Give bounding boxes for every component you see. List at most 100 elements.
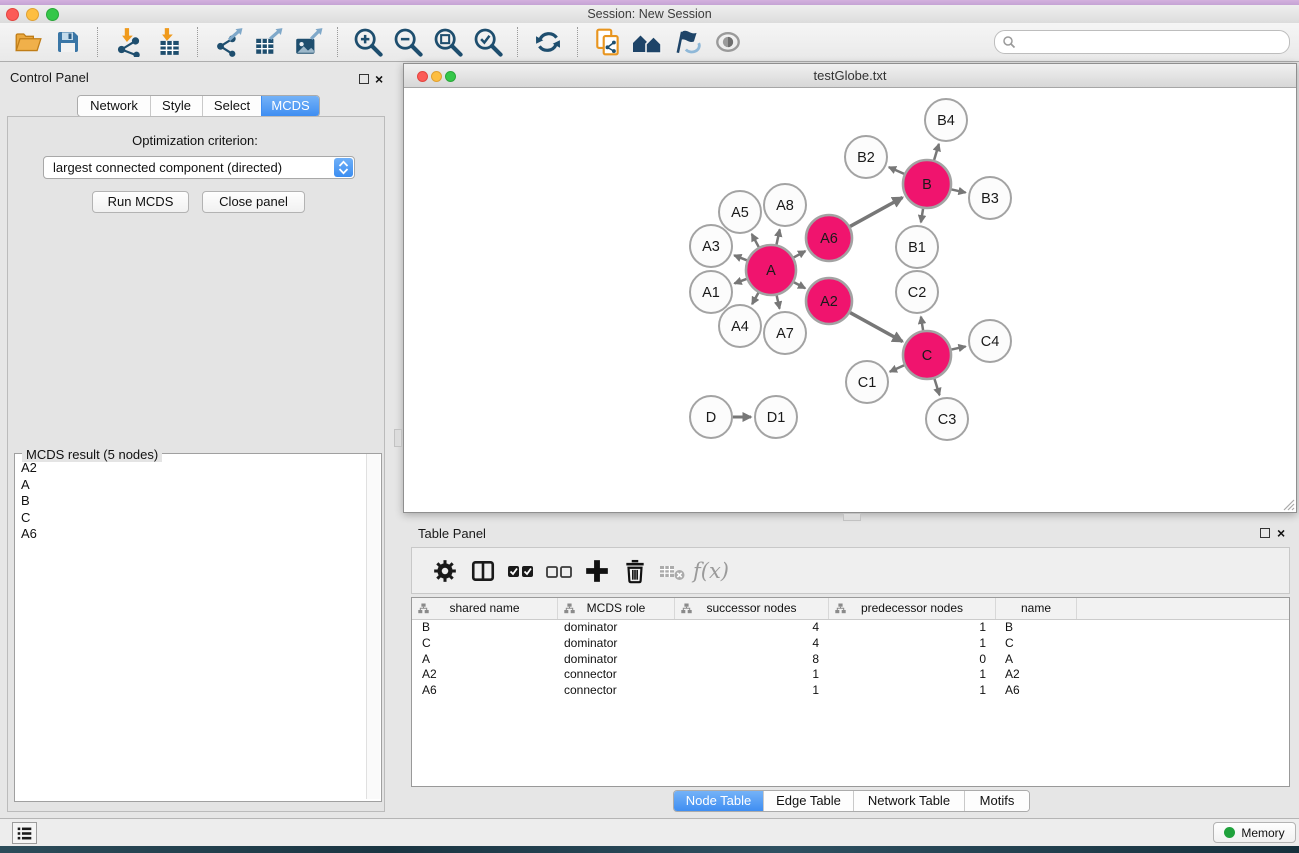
node-A[interactable]: A — [746, 245, 796, 295]
cell-successor-nodes[interactable]: 1 — [675, 683, 829, 699]
zoom-in-button[interactable] — [351, 25, 385, 59]
cell-predecessor-nodes[interactable]: 1 — [829, 636, 996, 652]
zoom-fit-button[interactable] — [431, 25, 465, 59]
network-minimize-button[interactable] — [431, 71, 442, 82]
node-A8[interactable]: A8 — [764, 184, 806, 226]
vertical-splitter-handle[interactable] — [394, 429, 402, 447]
edge-C-C1[interactable] — [890, 365, 904, 371]
select-all-button[interactable] — [504, 556, 538, 586]
network-window-titlebar[interactable]: testGlobe.txt — [404, 64, 1296, 88]
edge-B-B2[interactable] — [889, 167, 904, 174]
tab-edge-table[interactable]: Edge Table — [763, 791, 853, 811]
node-D1[interactable]: D1 — [755, 396, 797, 438]
edge-A-A6[interactable] — [794, 251, 806, 257]
result-item[interactable]: C — [15, 510, 365, 527]
node-A5[interactable]: A5 — [719, 191, 761, 233]
run-mcds-button[interactable]: Run MCDS — [92, 191, 189, 213]
cell-MCDS-role[interactable]: connector — [558, 683, 675, 699]
column-header-MCDS-role[interactable]: MCDS role — [558, 598, 675, 619]
edge-B-B1[interactable] — [921, 209, 923, 223]
cell-name[interactable]: A6 — [996, 683, 1077, 699]
edge-A-A1[interactable] — [734, 279, 746, 283]
cell-shared-name[interactable]: A2 — [412, 667, 558, 683]
import-table-button[interactable] — [151, 25, 185, 59]
edge-A-A3[interactable] — [734, 255, 747, 260]
table-panel-float-button[interactable] — [1260, 528, 1270, 538]
cell-shared-name[interactable]: C — [412, 636, 558, 652]
edge-A-A7[interactable] — [777, 295, 780, 308]
edge-A-A8[interactable] — [776, 229, 779, 244]
tab-style[interactable]: Style — [150, 96, 202, 116]
table-row[interactable]: Cdominator41C — [412, 636, 1289, 652]
node-C1[interactable]: C1 — [846, 361, 888, 403]
node-A6[interactable]: A6 — [806, 215, 852, 261]
node-B[interactable]: B — [903, 160, 951, 208]
refresh-layout-button[interactable] — [531, 25, 565, 59]
show-column-button[interactable] — [466, 556, 500, 586]
cell-shared-name[interactable]: A6 — [412, 683, 558, 699]
cell-shared-name[interactable]: A — [412, 652, 558, 668]
node-D[interactable]: D — [690, 396, 732, 438]
node-A4[interactable]: A4 — [719, 305, 761, 347]
cell-name[interactable]: A — [996, 652, 1077, 668]
edge-A-A2[interactable] — [794, 282, 805, 288]
table-row[interactable]: Adominator80A — [412, 652, 1289, 668]
horizontal-splitter-handle[interactable] — [843, 513, 861, 521]
open-file-button[interactable] — [11, 25, 45, 59]
cell-successor-nodes[interactable]: 4 — [675, 620, 829, 636]
cell-predecessor-nodes[interactable]: 1 — [829, 620, 996, 636]
cell-MCDS-role[interactable]: connector — [558, 667, 675, 683]
edge-C-C4[interactable] — [951, 346, 965, 349]
column-header-shared-name[interactable]: shared name — [412, 598, 558, 619]
edge-B-B4[interactable] — [934, 144, 939, 160]
save-session-button[interactable] — [51, 25, 85, 59]
network-zoom-button[interactable] — [445, 71, 456, 82]
table-row[interactable]: A2connector11A2 — [412, 667, 1289, 683]
delete-column-button[interactable] — [618, 556, 652, 586]
export-network-button[interactable] — [211, 25, 245, 59]
column-header-successor-nodes[interactable]: successor nodes — [675, 598, 829, 619]
function-builder-button[interactable]: f(x) — [694, 556, 728, 586]
node-A1[interactable]: A1 — [690, 271, 732, 313]
tab-motifs[interactable]: Motifs — [964, 791, 1029, 811]
search-input[interactable] — [1019, 32, 1283, 52]
table-row[interactable]: Bdominator41B — [412, 620, 1289, 636]
export-image-button[interactable] — [291, 25, 325, 59]
task-history-button[interactable] — [12, 822, 37, 844]
import-network-button[interactable] — [111, 25, 145, 59]
delete-table-button[interactable] — [656, 556, 690, 586]
network-close-button[interactable] — [417, 71, 428, 82]
edge-C-C2[interactable] — [921, 317, 923, 331]
memory-button[interactable]: Memory — [1213, 822, 1296, 843]
cell-shared-name[interactable]: B — [412, 620, 558, 636]
zoom-out-button[interactable] — [391, 25, 425, 59]
edge-A2-C[interactable] — [850, 313, 902, 342]
close-panel-button[interactable]: Close panel — [202, 191, 305, 213]
column-header-predecessor-nodes[interactable]: predecessor nodes — [829, 598, 996, 619]
cell-MCDS-role[interactable]: dominator — [558, 636, 675, 652]
cell-predecessor-nodes[interactable]: 1 — [829, 667, 996, 683]
edge-A-A4[interactable] — [752, 293, 758, 304]
node-C4[interactable]: C4 — [969, 320, 1011, 362]
edge-C-C3[interactable] — [934, 379, 939, 395]
open-cyndex-button[interactable] — [631, 25, 665, 59]
cell-name[interactable]: B — [996, 620, 1077, 636]
edge-A-A5[interactable] — [752, 234, 759, 247]
node-A2[interactable]: A2 — [806, 278, 852, 324]
node-B4[interactable]: B4 — [925, 99, 967, 141]
deselect-all-button[interactable] — [542, 556, 576, 586]
control-panel-float-button[interactable] — [359, 74, 369, 84]
export-table-button[interactable] — [251, 25, 285, 59]
node-A3[interactable]: A3 — [690, 225, 732, 267]
edge-B-B3[interactable] — [951, 189, 965, 192]
tab-mcds[interactable]: MCDS — [261, 96, 319, 116]
cell-successor-nodes[interactable]: 8 — [675, 652, 829, 668]
column-header-name[interactable]: name — [996, 598, 1077, 619]
cell-MCDS-role[interactable]: dominator — [558, 620, 675, 636]
control-panel-close-button[interactable]: × — [375, 73, 383, 85]
zoom-selected-button[interactable] — [471, 25, 505, 59]
result-item[interactable]: B — [15, 493, 365, 510]
node-B2[interactable]: B2 — [845, 136, 887, 178]
node-A7[interactable]: A7 — [764, 312, 806, 354]
hide-graphics-details-button[interactable] — [671, 25, 705, 59]
